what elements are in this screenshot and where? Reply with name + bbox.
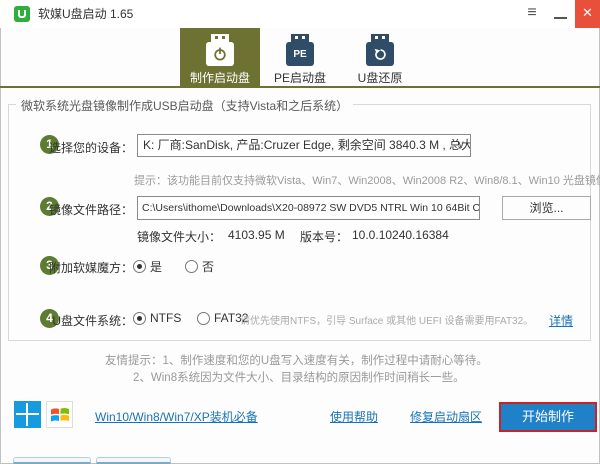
pe-icon-text: PE [293,48,307,60]
friendly-tip-line2: 2、Win8系统因为文件大小、目录结构的原因制作时间稍长一些。 [133,372,465,384]
essentials-link[interactable]: Win10/Win8/Win7/XP装机必备 [95,408,258,425]
image-size-value: 4103.95 M [228,228,285,242]
help-link[interactable]: 使用帮助 [330,408,378,425]
radio-label: 否 [202,260,215,274]
tab-pe-boot-disk[interactable]: PE PE启动盘 [260,28,340,86]
radio-label: NTFS [150,311,182,325]
step4-label: U盘文件系统： [52,314,133,328]
radio-unselected-icon [197,311,210,325]
step1-label: 选择您的设备： [48,141,133,155]
tab-bar: 制作启动盘 PE PE启动盘 U盘还原 [0,28,600,86]
repair-boot-sector-link[interactable]: 修复启动扇区 [410,408,482,425]
windows8-logo-icon[interactable] [14,401,41,428]
accent-separator [0,86,600,88]
friendly-tip-line1: 友情提示：1、制作速度和您的U盘写入速度有关，制作过程中请耐心等待。 [105,355,488,367]
step3-label: 附加软媒魔方： [48,261,133,275]
background-window-tab [13,457,91,464]
radio-label: 是 [150,260,163,274]
title-bar: 软媒U盘启动 1.65 ≡ ✕ [0,0,600,28]
tab-make-boot-disk[interactable]: 制作启动盘 [180,28,260,86]
chevron-down-icon: ∨ [456,139,465,151]
radio-option-no[interactable]: 否 [185,258,214,275]
usb-power-icon [203,34,237,66]
minimize-icon[interactable] [550,0,572,28]
filesystem-hint: 请优先使用NTFS，引导 Surface 或其他 UEFI 设备需要用FAT32… [240,316,534,327]
group-title: 微软系统光盘镜像制作成USB启动盘（支持Vista和之后系统） [16,97,354,114]
radio-unselected-icon [185,260,198,273]
radio-selected-icon [133,260,146,273]
usb-pe-icon: PE [283,34,317,66]
supported-systems-tip: 提示：该功能目前仅支持微软Vista、Win7、Win2008、Win2008 … [134,175,600,187]
tab-label: 制作启动盘 [189,71,250,85]
radio-option-ntfs[interactable]: NTFS [133,311,181,325]
windowsxp-logo-icon[interactable] [46,401,73,428]
menu-icon[interactable]: ≡ [518,0,546,28]
version-label: 版本号： [300,230,349,244]
detail-link[interactable]: 详情 [549,312,573,329]
tab-usb-restore[interactable]: U盘还原 [340,28,420,86]
browse-button[interactable]: 浏览... [502,196,591,220]
background-window-tab [96,457,171,464]
start-button[interactable]: 开始制作 [499,402,597,432]
image-size-label: 镜像文件大小： [137,230,222,244]
device-select-value: K: 厂商:SanDisk, 产品:Cruzer Edge, 剩余空间 3840… [143,138,470,152]
usb-restore-icon [363,34,397,66]
tab-label: U盘还原 [357,71,403,85]
close-icon[interactable]: ✕ [575,0,600,28]
window-title: 软媒U盘启动 1.65 [38,7,134,21]
step2-label: 镜像文件路径： [48,203,133,217]
version-value: 10.0.10240.16384 [352,228,449,242]
app-window: 软媒U盘启动 1.65 ≡ ✕ 制作启动盘 PE PE启动盘 U盘还原 微软系统… [0,0,600,464]
device-select[interactable]: K: 厂商:SanDisk, 产品:Cruzer Edge, 剩余空间 3840… [137,134,471,157]
radio-option-yes[interactable]: 是 [133,258,162,275]
tab-label: PE启动盘 [273,71,326,85]
radio-selected-icon [133,311,146,325]
image-path-input[interactable]: C:\Users\ithome\Downloads\X20-08972 SW D… [137,196,480,220]
app-icon [14,6,30,22]
